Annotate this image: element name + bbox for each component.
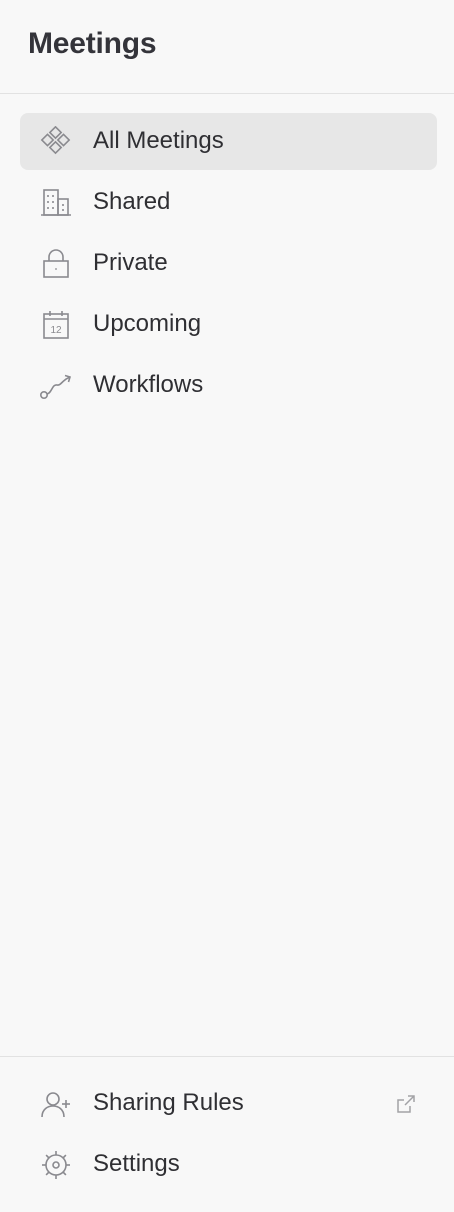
sidebar-footer: Sharing Rules Settings: [0, 1056, 454, 1212]
sidebar-nav: All Meetings Shared Private 12 Upcoming …: [20, 113, 437, 418]
sidebar-item-label: Upcoming: [93, 310, 202, 337]
sidebar-item-upcoming[interactable]: 12 Upcoming: [20, 296, 437, 353]
svg-text:12: 12: [50, 325, 62, 336]
sidebar-item-settings[interactable]: Settings: [20, 1136, 437, 1193]
sidebar-item-label: Sharing Rules: [93, 1089, 244, 1116]
lock-icon: [39, 248, 73, 280]
sidebar-item-label: All Meetings: [93, 127, 224, 154]
gear-icon: [39, 1149, 73, 1181]
meetings-sidebar: Meetings All Meetings Shared Private 12 …: [0, 0, 454, 1212]
sidebar-item-label: Private: [93, 249, 168, 276]
building-icon: [39, 187, 73, 219]
all-meetings-icon: [39, 126, 73, 158]
sidebar-item-shared[interactable]: Shared: [20, 174, 437, 231]
external-link-icon: [395, 1093, 417, 1115]
page-title: Meetings: [28, 27, 157, 60]
sidebar-item-label: Settings: [93, 1150, 180, 1177]
sidebar-item-label: Shared: [93, 188, 171, 215]
sidebar-item-workflows[interactable]: Workflows: [20, 357, 437, 414]
sidebar-item-all-meetings[interactable]: All Meetings: [20, 113, 437, 170]
sharing-rules-link[interactable]: Sharing Rules: [20, 1075, 437, 1132]
sidebar-item-private[interactable]: Private: [20, 235, 437, 292]
add-user-icon: [39, 1088, 73, 1120]
workflow-icon: [39, 370, 73, 402]
sidebar-header: Meetings: [0, 0, 454, 94]
sidebar-item-label: Workflows: [93, 371, 204, 398]
calendar-icon: 12: [39, 309, 73, 341]
